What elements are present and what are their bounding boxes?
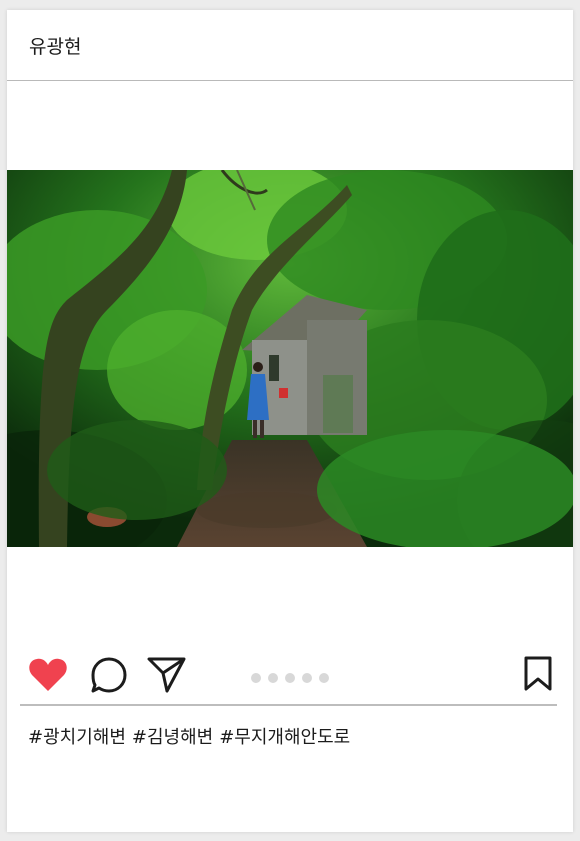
- hashtag-link[interactable]: #무지개해안도로: [219, 723, 350, 749]
- forest-house-photo: [7, 170, 573, 547]
- hashtag-link[interactable]: #김녕해변: [132, 723, 213, 749]
- divider: [20, 704, 557, 706]
- carousel-dot[interactable]: [319, 673, 329, 683]
- carousel-dot[interactable]: [302, 673, 312, 683]
- paper-plane-icon[interactable]: [147, 656, 187, 698]
- carousel-dot[interactable]: [268, 673, 278, 683]
- username[interactable]: 유광현: [29, 32, 81, 59]
- bookmark-icon[interactable]: [523, 656, 553, 696]
- hashtag-caption: #광치기해변 #김녕해변 #무지개해안도로: [28, 723, 350, 749]
- post-photo[interactable]: [7, 170, 573, 547]
- carousel-indicator[interactable]: [251, 673, 329, 683]
- hashtag-link[interactable]: #광치기해변: [28, 723, 126, 749]
- post-header: 유광현: [7, 10, 573, 81]
- post-card: 유광현 #광치기해변 #김녕해변 #무지개해안도로: [7, 10, 573, 832]
- carousel-dot[interactable]: [251, 673, 261, 683]
- speech-bubble-icon[interactable]: [90, 656, 128, 698]
- action-bar: [7, 652, 573, 702]
- heart-icon[interactable]: [28, 658, 68, 696]
- carousel-dot[interactable]: [285, 673, 295, 683]
